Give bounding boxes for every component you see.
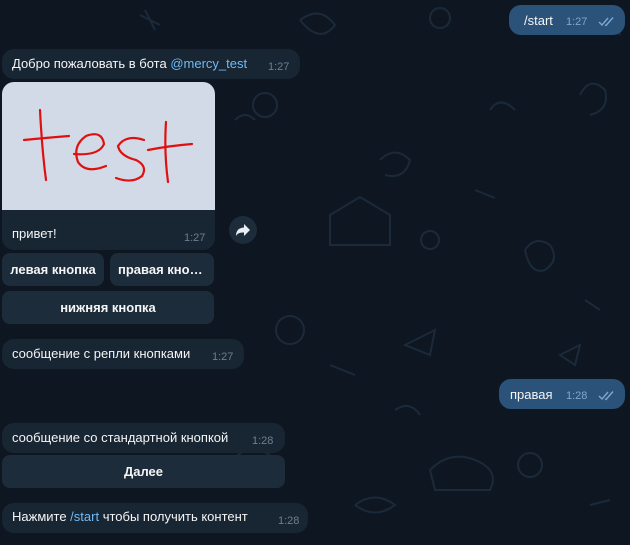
button-label: Далее bbox=[123, 464, 164, 479]
message-text: /start bbox=[524, 13, 553, 28]
message-time: 1:28 bbox=[566, 390, 588, 402]
double-check-icon bbox=[598, 391, 614, 401]
message-text: привет! bbox=[12, 226, 57, 241]
inline-button-bottom[interactable]: нижняя кнопка bbox=[2, 291, 214, 324]
start-command-link[interactable]: /start bbox=[70, 509, 99, 524]
incoming-message-reply-buttons[interactable]: сообщение с репли кнопками 1:27 bbox=[2, 339, 244, 369]
keyboard-button-next[interactable]: Далее bbox=[2, 455, 285, 488]
message-text: сообщение с репли кнопками bbox=[12, 346, 191, 361]
message-time: 1:27 bbox=[184, 232, 206, 244]
button-label: нижняя кнопка bbox=[60, 300, 156, 315]
incoming-message-standard-button[interactable]: сообщение со стандартной кнопкой 1:28 bbox=[2, 423, 285, 453]
message-text: сообщение со стандартной кнопкой bbox=[12, 430, 229, 445]
photo-caption-bubble: привет! 1:27 bbox=[2, 210, 215, 250]
incoming-message-press-start[interactable]: Нажмите /start чтобы получить контент 1:… bbox=[2, 503, 308, 533]
inline-button-left[interactable]: левая кнопка bbox=[2, 253, 104, 286]
forward-button[interactable] bbox=[229, 216, 257, 244]
outgoing-message-start[interactable]: /start 1:27 bbox=[509, 5, 625, 35]
message-time: 1:28 bbox=[252, 435, 274, 447]
bot-mention-link[interactable]: @mercy_test bbox=[170, 56, 247, 71]
photo-message-image[interactable] bbox=[2, 82, 215, 219]
button-label: левая кнопка bbox=[10, 262, 96, 277]
press-start-suffix: чтобы получить контент bbox=[99, 509, 248, 524]
share-arrow-icon bbox=[236, 224, 250, 236]
incoming-message-welcome[interactable]: Добро пожаловать в бота @mercy_test 1:27 bbox=[2, 49, 300, 79]
outgoing-message-right[interactable]: правая 1:28 bbox=[499, 379, 625, 409]
double-check-icon bbox=[598, 17, 614, 27]
inline-button-right[interactable]: правая кнопка bbox=[110, 253, 214, 286]
message-text: Нажмите /start чтобы получить контент bbox=[12, 509, 248, 524]
message-time: 1:27 bbox=[566, 16, 588, 28]
button-label: правая кнопка bbox=[118, 262, 206, 277]
welcome-text: Добро пожаловать в бота bbox=[12, 56, 171, 71]
message-time: 1:27 bbox=[268, 61, 290, 73]
press-start-prefix: Нажмите bbox=[12, 509, 71, 524]
message-text: Добро пожаловать в бота @mercy_test bbox=[12, 56, 247, 71]
handwritten-test-drawing bbox=[22, 108, 194, 184]
message-time: 1:28 bbox=[278, 515, 300, 527]
message-time: 1:27 bbox=[212, 351, 234, 363]
message-text: правая bbox=[510, 387, 553, 402]
